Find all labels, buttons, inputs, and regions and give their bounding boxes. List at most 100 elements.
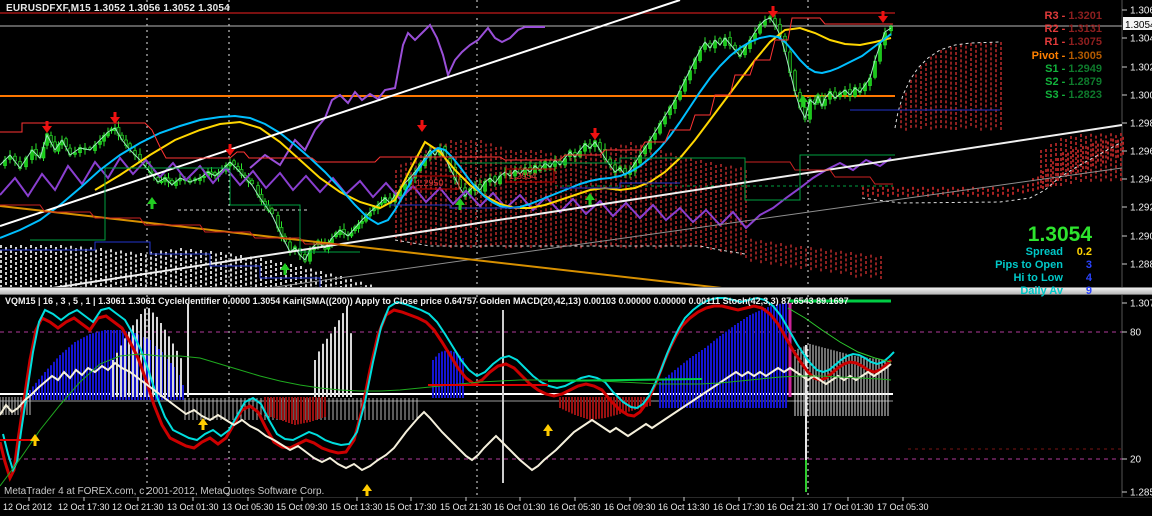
kumo-red-mid2-dot — [795, 252, 797, 255]
kumo-red-mid-dot — [665, 198, 667, 201]
kumo-red-future-dot — [940, 120, 942, 123]
kumo-red-mid2-dot — [760, 250, 762, 253]
kumo-red-mid-dot — [605, 191, 607, 194]
kumo-red-mid-dot — [725, 197, 727, 200]
upper-chart-canvas[interactable]: 1.29501.29541.30651.30451.30251.30051.29… — [0, 0, 1152, 296]
kumo-white-left-dot — [20, 270, 22, 273]
kumo-white-left-dot — [70, 266, 72, 269]
kumo-red-mid-dot — [710, 222, 712, 225]
kumo-white-left-dot — [45, 277, 47, 280]
kumo-red-future-dot — [990, 87, 992, 90]
kumo-white-left-dot — [240, 275, 242, 278]
kumo-red-edge-dot — [1060, 153, 1062, 156]
kumo-red-mid2-dot — [785, 256, 787, 259]
kumo-white-left-dot — [225, 270, 227, 273]
kumo-red-future-dot — [950, 87, 952, 90]
kumo-red-mid-dot — [620, 180, 622, 183]
kumo-red-mid-dot — [410, 242, 412, 245]
kumo-red-mid-dot — [520, 240, 522, 243]
kumo-red-mid-dot — [530, 225, 532, 228]
kumo-red-future-dot — [970, 73, 972, 76]
kumo-white-left-dot — [140, 278, 142, 281]
kumo-red-mid-dot — [460, 150, 462, 153]
kumo-red-edge-dot — [1090, 164, 1092, 167]
kumo-white-left-dot — [165, 272, 167, 275]
kumo-red-mid-dot — [555, 221, 557, 224]
kumo-red-future-dot — [995, 49, 997, 52]
kumo-red-mid-dot — [525, 237, 527, 240]
kumo-red-mid-dot — [540, 195, 542, 198]
panel-separator[interactable] — [0, 287, 1152, 295]
kumo-red-edge-dot — [1115, 155, 1117, 158]
kumo-white-left-dot — [45, 282, 47, 285]
kumo-white-left-dot — [135, 264, 137, 267]
kumo-red-edge-dot — [1100, 134, 1102, 137]
kumo-red-mid-dot — [690, 173, 692, 176]
kumo-red-mid-dot — [570, 228, 572, 231]
kumo-red-mid-dot — [520, 235, 522, 238]
kumo-red-mid-dot — [730, 226, 732, 229]
kumo-red-mid2-dot — [770, 252, 772, 255]
kumo-white-left-dot — [215, 269, 217, 272]
kumo-red-mid-dot — [620, 245, 622, 248]
kumo-red-mid-dot — [715, 205, 717, 208]
kumo-white-left-dot — [130, 252, 132, 255]
kumo-red-mid-dot — [595, 193, 597, 196]
kumo-red-mid-dot — [420, 190, 422, 193]
kumo-white-left-dot — [140, 258, 142, 261]
kumo-red-future-dot — [940, 125, 942, 128]
kumo-white-left-dot — [230, 254, 232, 257]
kumo-red-future-dot — [950, 112, 952, 115]
kumo-red-band-dot — [1012, 192, 1014, 195]
kumo-red-band-dot — [872, 187, 874, 190]
kumo-red-mid-dot — [520, 220, 522, 223]
kumo-red-mid2-dot — [865, 256, 867, 259]
kumo-red-edge-dot — [1060, 178, 1062, 181]
kumo-red-edge-dot — [1105, 135, 1107, 138]
kumo-red-mid-dot — [735, 223, 737, 226]
kumo-red-future-dot — [945, 105, 947, 108]
kumo-white-left-dot — [200, 275, 202, 278]
kumo-red-future-dot — [935, 110, 937, 113]
kumo-red-mid-dot — [740, 247, 742, 250]
kumo-white-left-dot — [60, 260, 62, 263]
kumo-red-band-dot — [1107, 157, 1109, 160]
kumo-red-mid-dot — [535, 222, 537, 225]
kumo-red-future-dot — [960, 84, 962, 87]
kumo-red-mid-dot — [415, 196, 417, 199]
kumo-white-left-dot — [175, 271, 177, 274]
kumo-white-left-dot — [250, 262, 252, 265]
kumo-white-left-dot — [200, 280, 202, 283]
kumo-red-future-dot — [995, 89, 997, 92]
kumo-white-left-dot — [255, 259, 257, 262]
kumo-red-mid-dot — [655, 201, 657, 204]
chart-symbol-title: EURUSDFXF,M15 1.3052 1.3056 1.3052 1.305… — [6, 3, 230, 14]
kumo-red-mid-dot — [480, 145, 482, 148]
kumo-red-edge-dot — [1090, 139, 1092, 142]
kumo-red-mid-dot — [740, 192, 742, 195]
kumo-red-mid-dot — [650, 202, 652, 205]
kumo-red-edge-dot — [1045, 184, 1047, 187]
kumo-red-mid-dot — [565, 234, 567, 237]
kumo-red-mid-dot — [715, 180, 717, 183]
lower-indicator-canvas[interactable]: 1.307180201.2851 — [0, 295, 1152, 516]
kumo-red-mid-dot — [485, 214, 487, 217]
kumo-red-mid-dot — [695, 236, 697, 239]
kumo-red-mid-dot — [695, 166, 697, 169]
kumo-red-band-dot — [1122, 147, 1124, 150]
kumo-red-mid-dot — [600, 210, 602, 213]
pivot-level-s1: S1 - 1.2949 — [1032, 63, 1102, 76]
kumo-red-edge-dot — [1115, 135, 1117, 138]
kumo-white-left-dot — [200, 250, 202, 253]
kumo-red-mid-dot — [480, 215, 482, 218]
kumo-red-mid-dot — [635, 200, 637, 203]
kumo-red-mid-dot — [740, 227, 742, 230]
kumo-red-future-dot — [935, 100, 937, 103]
kumo-red-mid2-dot — [760, 245, 762, 248]
kumo-red-mid-dot — [560, 235, 562, 238]
kumo-red-mid-dot — [720, 169, 722, 172]
kumo-white-left-dot — [275, 283, 277, 286]
kumo-red-mid-dot — [695, 191, 697, 194]
kumo-red-mid-dot — [425, 210, 427, 213]
kumo-red-mid-dot — [530, 185, 532, 188]
